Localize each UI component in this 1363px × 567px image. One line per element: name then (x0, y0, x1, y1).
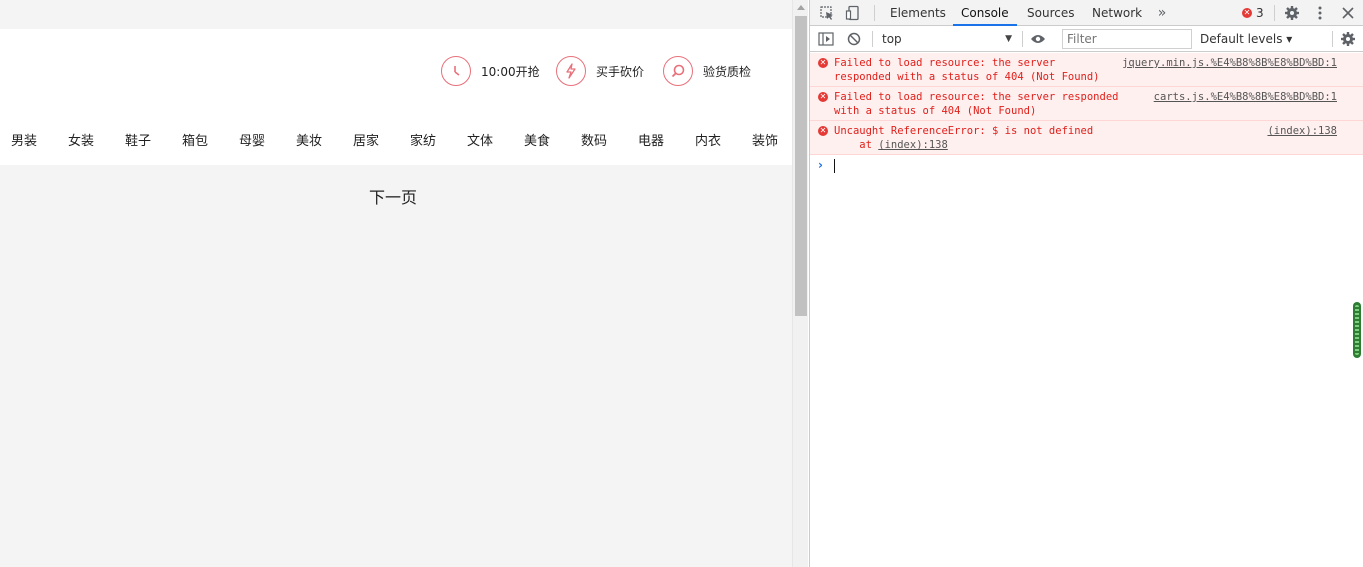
nav-item-food[interactable]: 美食 (524, 130, 550, 149)
scroll-indicator[interactable] (1353, 302, 1361, 358)
lightning-icon (556, 56, 586, 86)
separator (1022, 31, 1023, 47)
search-icon (663, 56, 693, 86)
devtools-panel: Elements Console Sources Network » ✕ 3 t… (809, 0, 1363, 567)
scrollbar-thumb[interactable] (795, 16, 807, 316)
console-error-message: ✕ (index):138 Uncaught ReferenceError: $… (810, 121, 1363, 155)
error-icon: ✕ (1242, 8, 1252, 18)
feature-label: 10:00开抢 (481, 64, 540, 79)
context-value: top (882, 32, 902, 46)
filter-input[interactable] (1062, 29, 1192, 49)
tab-elements[interactable]: Elements (882, 0, 954, 26)
error-text: Uncaught ReferenceError: $ is not define… (834, 125, 1094, 137)
separator (1274, 5, 1275, 21)
nav-item-home[interactable]: 居家 (353, 130, 379, 149)
tab-network[interactable]: Network (1084, 0, 1150, 26)
close-icon[interactable] (1338, 0, 1358, 26)
context-select[interactable]: top ▼ (880, 29, 1014, 49)
stack-trace-prefix: at (834, 139, 879, 151)
console-error-message: ✕ jquery.min.js.%E4%B8%8B%E8%BD%BD:1 Fai… (810, 53, 1363, 87)
nav-item-bags[interactable]: 箱包 (182, 130, 208, 149)
feature-label: 验货质检 (703, 64, 752, 79)
source-link[interactable]: carts.js.%E4%B8%8B%E8%BD%BD:1 (1154, 90, 1337, 104)
stack-trace-link[interactable]: (index):138 (878, 139, 948, 151)
source-link[interactable]: (index):138 (1267, 124, 1337, 138)
error-icon: ✕ (818, 92, 828, 102)
feature-inspection[interactable]: 验货质检 (663, 55, 751, 87)
web-page-viewport: 10:00开抢 买手砍价 验货质检 男装 女装 鞋子 箱包 母婴 美妆 居家 家… (0, 0, 792, 567)
error-text: with a status of 404 (Not Found) (834, 105, 1037, 117)
console-toolbar: top ▼ Default levels ▾ (810, 26, 1363, 52)
prompt-chevron-icon: › (818, 158, 823, 172)
nav-item-decor[interactable]: 装饰 (752, 130, 778, 149)
tab-console[interactable]: Console (953, 0, 1017, 26)
feature-bargain[interactable]: 买手砍价 (556, 55, 644, 87)
clock-icon (441, 56, 471, 86)
log-levels-dropdown[interactable]: Default levels ▾ (1200, 29, 1292, 49)
nav-item-textiles[interactable]: 家纺 (410, 130, 436, 149)
nav-item-shoes[interactable]: 鞋子 (125, 130, 151, 149)
nav-item-beauty[interactable]: 美妆 (296, 130, 322, 149)
text-caret (834, 159, 835, 173)
settings-gear-icon[interactable] (1282, 0, 1302, 26)
sidebar-toggle-icon[interactable] (816, 26, 836, 52)
nav-item-underwear[interactable]: 内衣 (695, 130, 721, 149)
console-error-message: ✕ carts.js.%E4%B8%8B%E8%BD%BD:1 Failed t… (810, 87, 1363, 121)
source-link[interactable]: jquery.min.js.%E4%B8%8B%E8%BD%BD:1 (1122, 56, 1337, 70)
nav-item-appliances[interactable]: 电器 (638, 130, 664, 149)
next-page-link[interactable]: 下一页 (369, 184, 417, 208)
stack-trace-line: at (index):138 (834, 138, 1338, 152)
more-options-icon[interactable] (1310, 0, 1330, 26)
device-toolbar-icon[interactable] (842, 0, 864, 26)
nav-item-baby[interactable]: 母婴 (239, 130, 265, 149)
dropdown-arrow-icon: ▼ (1005, 34, 1012, 44)
feature-label: 买手砍价 (596, 64, 645, 79)
separator (1332, 31, 1333, 47)
category-nav: 男装 女装 鞋子 箱包 母婴 美妆 居家 家纺 文体 美食 数码 电器 内衣 装… (0, 124, 792, 152)
scroll-up-arrow-icon[interactable] (797, 5, 805, 10)
console-messages: ✕ jquery.min.js.%E4%B8%8B%E8%BD%BD:1 Fai… (810, 53, 1363, 177)
console-settings-gear-icon[interactable] (1338, 26, 1358, 52)
separator (874, 5, 875, 21)
error-icon: ✕ (818, 58, 828, 68)
separator (872, 31, 873, 47)
error-icon: ✕ (818, 126, 828, 136)
feature-flash-sale[interactable]: 10:00开抢 (441, 55, 540, 87)
devtools-tab-bar: Elements Console Sources Network » ✕ 3 (810, 0, 1363, 26)
live-expression-eye-icon[interactable] (1028, 26, 1048, 52)
nav-item-menswear[interactable]: 男装 (11, 130, 37, 149)
page-scrollbar[interactable] (792, 0, 808, 567)
nav-item-womenswear[interactable]: 女装 (68, 130, 94, 149)
tab-sources[interactable]: Sources (1019, 0, 1082, 26)
clear-console-icon[interactable] (844, 26, 864, 52)
error-text: responded with a status of 404 (Not Foun… (834, 71, 1100, 83)
nav-item-digital[interactable]: 数码 (581, 130, 607, 149)
more-tabs-icon[interactable]: » (1154, 0, 1170, 26)
inspect-element-icon[interactable] (816, 0, 838, 26)
console-input-prompt[interactable]: › (810, 155, 1363, 177)
error-count: 3 (1256, 6, 1264, 20)
nav-item-stationery[interactable]: 文体 (467, 130, 493, 149)
error-count-badge[interactable]: ✕ 3 (1242, 0, 1264, 26)
